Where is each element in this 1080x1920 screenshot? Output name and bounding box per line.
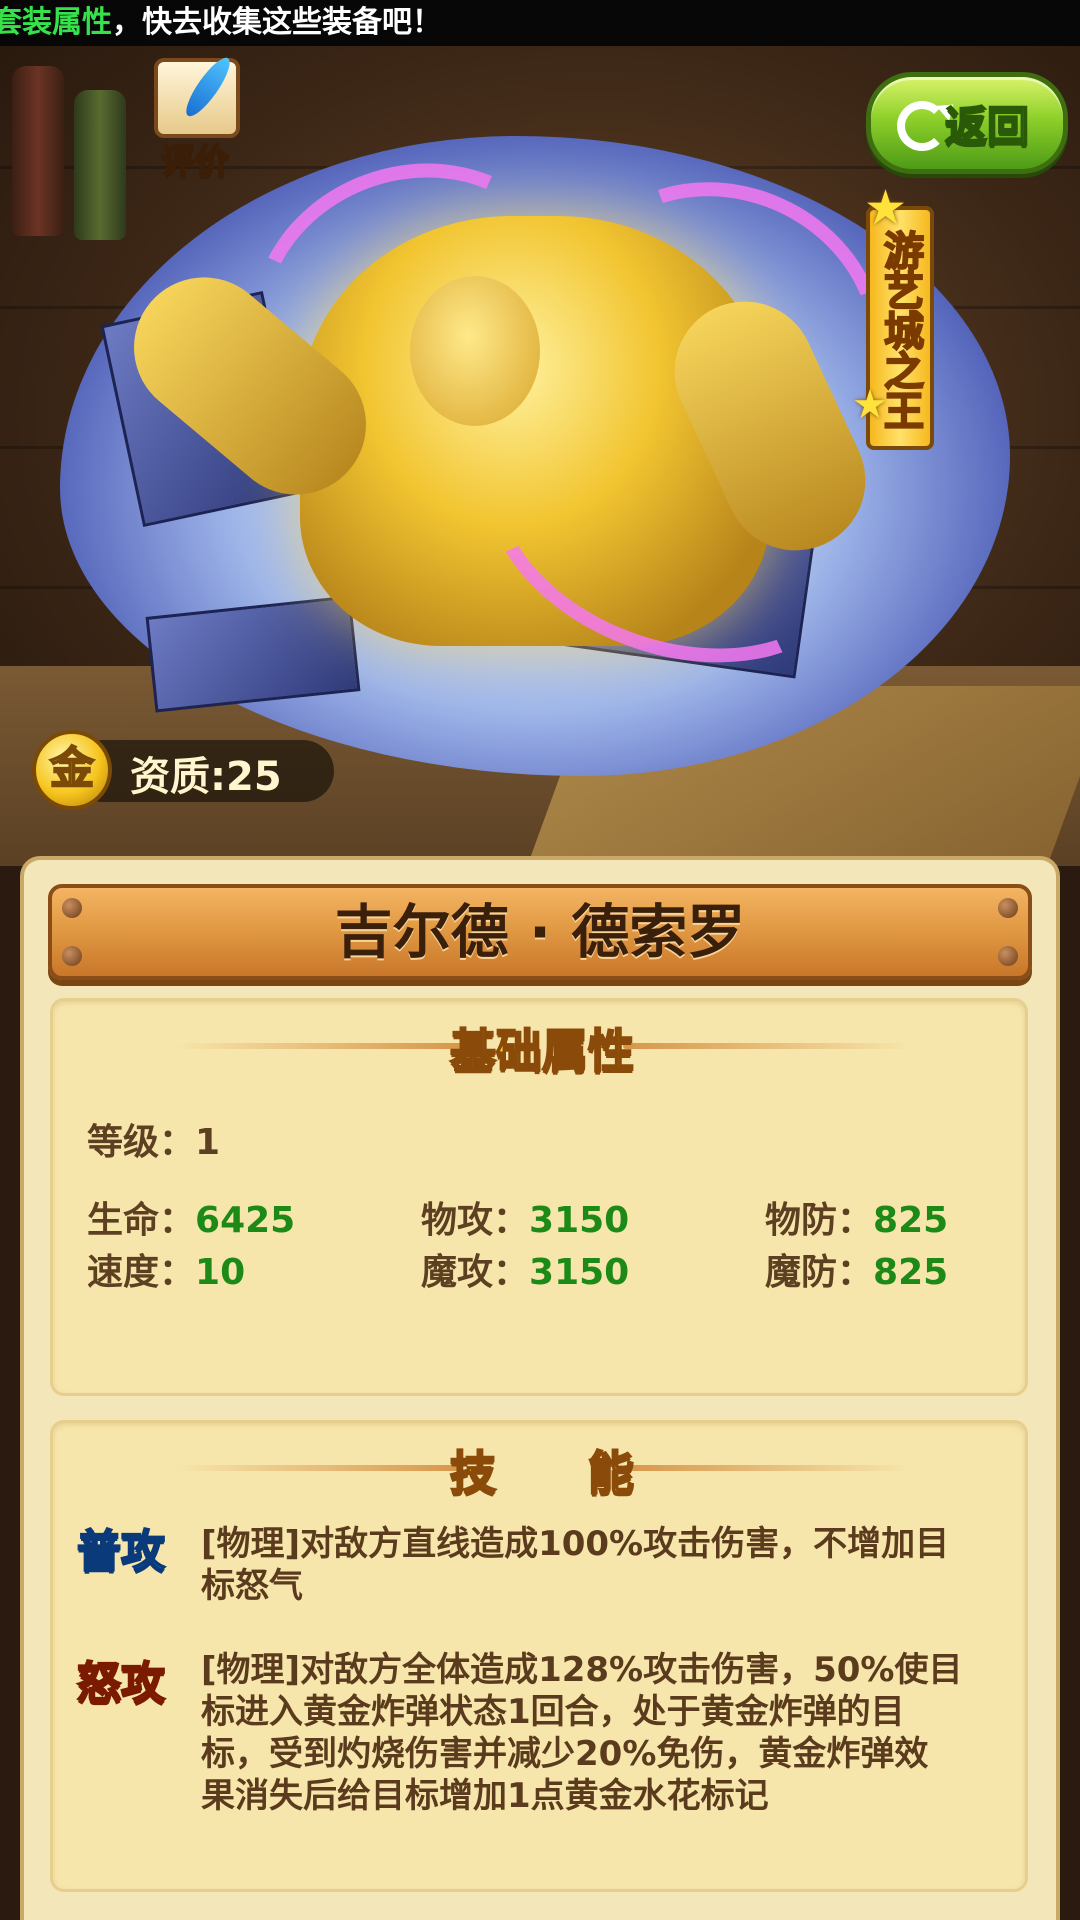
stat-magic-defense: 魔防：825 — [765, 1252, 949, 1293]
marquee-highlight: 套装属性 — [0, 5, 112, 40]
hero-name: 吉尔德 · 德索罗 — [334, 898, 746, 966]
skill-tag-normal-attack: 普攻 — [76, 1525, 166, 1578]
announcement-marquee: 套装属性，快去收集这些装备吧！ — [0, 0, 1080, 46]
skill-desc-rage-attack: [物理]对敌方全体造成128%攻击伤害，50%使目 标进入黄金炸弹状态1回合，处… — [201, 1650, 963, 1816]
return-arrow-icon — [897, 101, 947, 151]
skills-section: 技 能 普攻 [物理]对敌方直线造成100%攻击伤害，不增加目 标怒气 怒攻 [… — [50, 1420, 1028, 1892]
base-attributes-title: 基础属性 — [449, 1023, 635, 1079]
marquee-text: ，快去收集这些装备吧！ — [112, 5, 442, 40]
hero-name-plate: 吉尔德 · 德索罗 — [48, 884, 1032, 980]
quality-badge: 金 资质:25 — [32, 730, 336, 810]
star-icon: ★ — [864, 180, 908, 236]
gold-coin-icon: 金 — [32, 730, 112, 810]
stat-physical-attack: 物攻：3150 — [421, 1200, 630, 1241]
stat-level: 等级：1 — [87, 1122, 221, 1163]
base-attributes-section: 基础属性 等级：1 生命：6425 物攻：3150 物防：825 速度：10 魔… — [50, 998, 1028, 1396]
back-button[interactable]: 返回 — [866, 72, 1068, 174]
evaluate-button[interactable]: 评价 — [140, 52, 250, 183]
skill-desc-normal-attack: [物理]对敌方直线造成100%攻击伤害，不增加目 标怒气 — [201, 1524, 950, 1606]
stat-physical-defense: 物防：825 — [765, 1200, 949, 1241]
skill-tag-rage-attack: 怒攻 — [76, 1657, 166, 1710]
title-badge: ★ 游艺城之王 ★ — [852, 180, 934, 450]
stat-hp: 生命：6425 — [87, 1200, 296, 1241]
stat-speed: 速度：10 — [87, 1252, 246, 1293]
star-icon: ★ — [852, 382, 888, 428]
stat-magic-attack: 魔攻：3150 — [421, 1252, 630, 1293]
evaluate-label: 评价 — [160, 141, 230, 183]
skills-title: 技 能 — [449, 1445, 635, 1501]
back-label: 返回 — [944, 101, 1030, 152]
quality-label: 资质:25 — [130, 754, 282, 800]
